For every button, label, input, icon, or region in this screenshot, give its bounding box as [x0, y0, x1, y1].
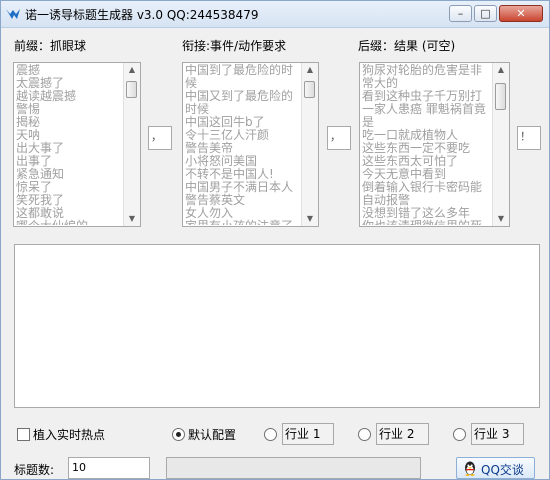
default-config-label[interactable]: 默认配置 [188, 426, 236, 443]
scroll-thumb[interactable] [495, 83, 506, 110]
prefix-separator-field[interactable]: ， [148, 126, 172, 150]
scroll-thumb[interactable] [126, 81, 137, 98]
list-item[interactable]: 你也该清理微信里的死 [361, 220, 493, 226]
scroll-up-icon[interactable]: ▲ [302, 63, 318, 77]
realtime-hotspot-checkbox[interactable] [17, 428, 30, 441]
minimize-button[interactable]: – [449, 5, 472, 22]
suffix-scrollbar[interactable]: ▲ ▼ [492, 63, 509, 226]
industry-3-radio[interactable] [453, 428, 466, 441]
qq-chat-button[interactable]: QQ交谈 [456, 457, 535, 479]
middle-separator-field[interactable]: ， [327, 126, 351, 150]
middle-list[interactable]: 中国到了最危险的时候中国又到了最危险的 时候 中国这回牛b了 令十三亿人汗颜 警告美帝小… [182, 62, 319, 227]
main-window: 诺一诱导标题生成器 v3.0 QQ:244538479 – □ ✕ 前缀：抓眼球… [0, 0, 550, 480]
middle-label: 衔接:事件/动作要求 [182, 39, 287, 53]
realtime-hotspot-label[interactable]: 植入实时热点 [33, 426, 105, 443]
suffix-label: 后缀：结果 (可空) [358, 39, 456, 53]
list-item[interactable]: 一家人患癌 罪魁祸首竟 [361, 103, 493, 116]
title-bar[interactable]: 诺一诱导标题生成器 v3.0 QQ:244538479 – □ ✕ [1, 1, 549, 28]
middle-scrollbar[interactable]: ▲ ▼ [301, 63, 318, 226]
prefix-scrollbar[interactable]: ▲ ▼ [123, 63, 140, 226]
industry-1-radio[interactable] [264, 428, 277, 441]
industry-1-field[interactable]: 行业 1 [282, 423, 334, 445]
maximize-button[interactable]: □ [474, 5, 497, 22]
window-title: 诺一诱导标题生成器 v3.0 QQ:244538479 [25, 8, 259, 22]
scroll-thumb[interactable] [304, 81, 315, 98]
app-logo-icon [6, 9, 20, 19]
scroll-down-icon[interactable]: ▼ [124, 212, 140, 226]
scroll-down-icon[interactable]: ▼ [302, 212, 318, 226]
close-button[interactable]: ✕ [499, 5, 543, 22]
list-item[interactable]: 哪个大仙编的 [15, 220, 124, 226]
prefix-items: 震撼太震撼了越读越震撼警惕揭秘天呐出大事了出事了紧急通知惊呆了笑死我了这都敢说哪… [15, 64, 124, 225]
title-count-label: 标题数: [14, 463, 55, 477]
prefix-label: 前缀：抓眼球 [14, 39, 87, 53]
scroll-up-icon[interactable]: ▲ [124, 63, 140, 77]
output-textarea[interactable] [14, 244, 540, 408]
list-item[interactable]: 家里有小孩的注意了 [184, 220, 302, 226]
industry-2-field[interactable]: 行业 2 [376, 423, 429, 445]
scroll-up-icon[interactable]: ▲ [493, 63, 509, 77]
qq-penguin-icon [465, 461, 475, 476]
scroll-down-icon[interactable]: ▼ [493, 212, 509, 226]
default-config-radio[interactable] [172, 428, 185, 441]
middle-items: 中国到了最危险的时候中国又到了最危险的 时候 中国这回牛b了 令十三亿人汗颜 警告美帝小… [184, 64, 302, 225]
suffix-separator-field[interactable]: ！ [517, 126, 541, 150]
suffix-items: 狗尿对轮胎的危害是非 常大的 看到这种虫子千万别打 一家人患癌 罪魁祸首竟是吃一口就成… [361, 64, 493, 225]
qq-chat-label: QQ交谈 [481, 463, 524, 477]
list-item[interactable]: 中国到了最危险的时 [184, 64, 302, 77]
industry-3-field[interactable]: 行业 3 [471, 423, 524, 445]
progress-bar [166, 457, 421, 479]
title-count-input[interactable]: 10 [68, 457, 150, 479]
industry-2-radio[interactable] [358, 428, 371, 441]
prefix-list[interactable]: 震撼太震撼了越读越震撼警惕揭秘天呐出大事了出事了紧急通知惊呆了笑死我了这都敢说哪… [13, 62, 141, 227]
suffix-list[interactable]: 狗尿对轮胎的危害是非 常大的 看到这种虫子千万别打 一家人患癌 罪魁祸首竟是吃一口就成… [359, 62, 510, 227]
